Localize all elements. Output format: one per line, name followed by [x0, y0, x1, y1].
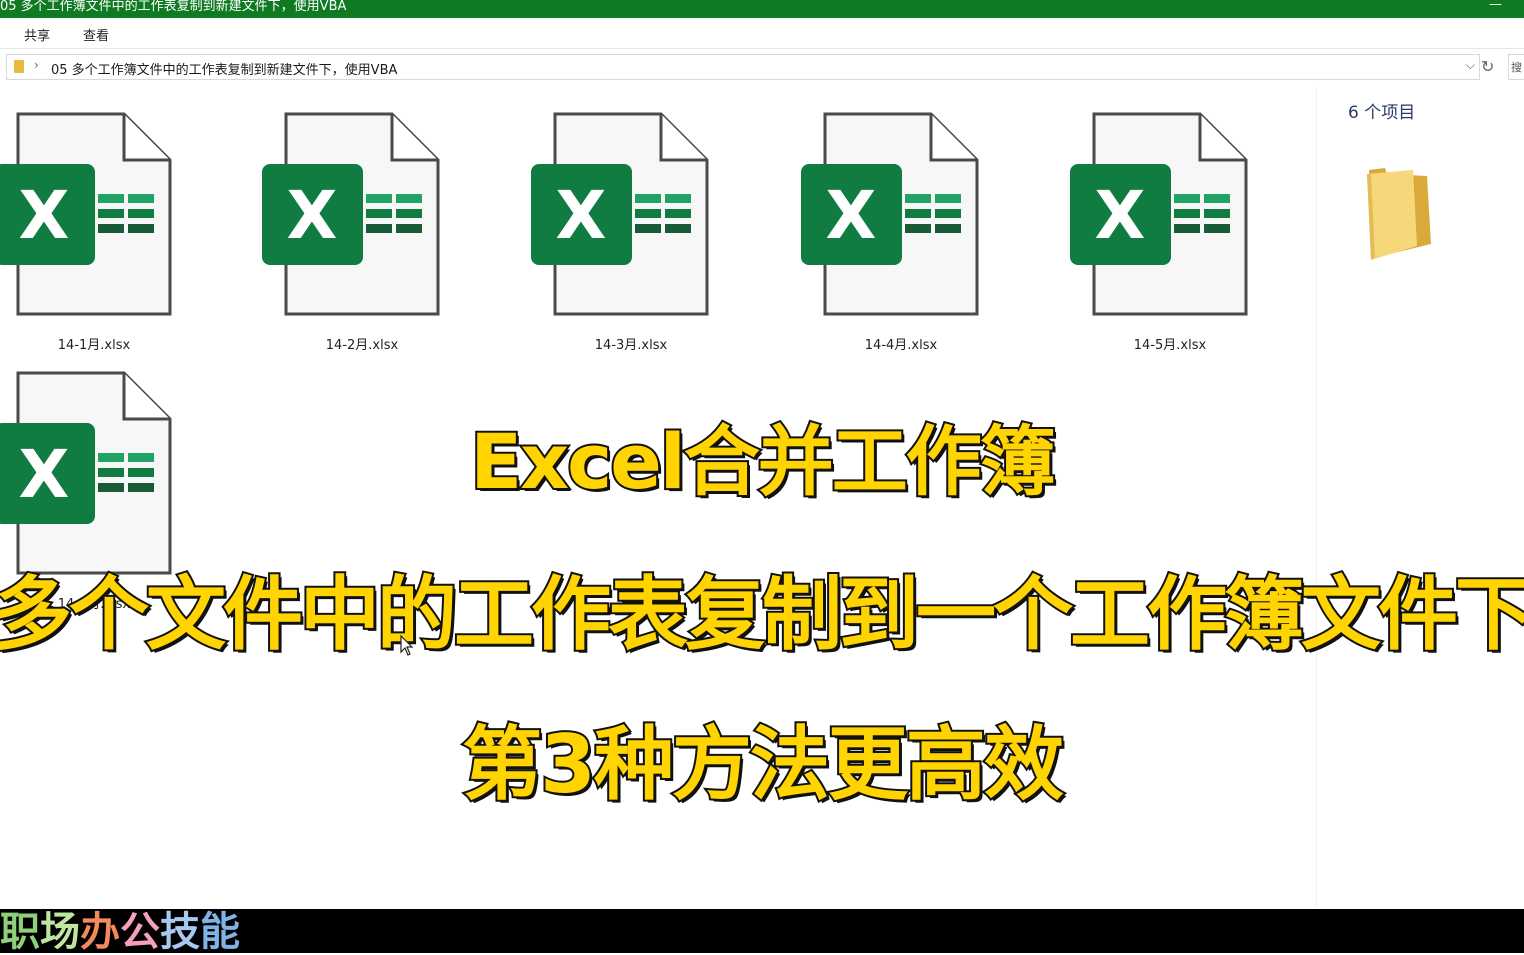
brand-char: 职	[0, 909, 40, 955]
excel-file-icon: X	[531, 112, 709, 316]
excel-file-icon: X	[0, 112, 172, 316]
brand-text: 职场办公技能	[0, 910, 240, 954]
brand-char: 公	[120, 909, 160, 955]
minimize-button[interactable]: —	[1489, 0, 1502, 12]
tab-share[interactable]: 共享	[24, 25, 50, 44]
bottom-banner: 职场办公技能	[0, 909, 1524, 954]
file-name: 14-4月.xlsx	[864, 338, 938, 353]
tab-view[interactable]: 查看	[83, 25, 109, 44]
file-name: 14-1月.xlsx	[57, 338, 131, 353]
address-bar[interactable]: › 05 多个工作簿文件中的工作表复制到新建文件下，使用VBA ⌵	[6, 54, 1480, 80]
file-item[interactable]: X 14-1月.xlsx	[0, 112, 194, 362]
item-count: 6 个项目	[1348, 103, 1416, 123]
file-name: 14-2月.xlsx	[325, 338, 399, 353]
file-name: 14-5月.xlsx	[1133, 338, 1207, 353]
brand-char: 办	[80, 909, 120, 955]
file-item[interactable]: X 14-2月.xlsx	[262, 112, 462, 362]
svg-text:X: X	[826, 177, 877, 254]
file-name: 14-3月.xlsx	[594, 338, 668, 353]
brand-char: 能	[200, 909, 240, 955]
folder-icon	[14, 60, 24, 73]
file-item[interactable]: X 14-4月.xlsx	[801, 112, 1001, 362]
chevron-down-icon[interactable]: ⌵	[1466, 58, 1475, 73]
overlay-title: Excel合并工作簿	[468, 415, 1058, 508]
file-item[interactable]: X 14-5月.xlsx	[1070, 112, 1270, 362]
search-input[interactable]: 搜	[1508, 54, 1524, 80]
overlay-tagline: 第3种方法更高效	[460, 716, 1066, 813]
svg-text:X: X	[556, 177, 607, 254]
chevron-right-icon[interactable]: ›	[34, 58, 39, 72]
excel-file-icon: X	[262, 112, 440, 316]
overlay-subtitle: 多个文件中的工作表复制到一个工作簿文件下	[0, 566, 1524, 663]
folder-icon	[1367, 168, 1431, 260]
window-title-bar: 05 多个工作簿文件中的工作表复制到新建文件下，使用VBA —	[0, 0, 1524, 18]
brand-char: 场	[40, 909, 80, 955]
breadcrumb-path[interactable]: 05 多个工作簿文件中的工作表复制到新建文件下，使用VBA	[51, 59, 397, 78]
svg-text:X: X	[287, 177, 338, 254]
refresh-icon[interactable]: ↻	[1481, 57, 1494, 76]
file-item[interactable]: X 14-3月.xlsx	[531, 112, 731, 362]
window-title: 05 多个工作簿文件中的工作表复制到新建文件下，使用VBA	[0, 0, 347, 14]
ribbon-tabs: 共享 查看	[0, 18, 1524, 49]
excel-file-icon: X	[801, 112, 979, 316]
excel-file-icon: X	[1070, 112, 1248, 316]
mouse-cursor-icon	[400, 635, 414, 656]
svg-text:X: X	[19, 177, 70, 254]
brand-char: 技	[160, 909, 200, 955]
search-input-label: 搜	[1511, 61, 1522, 74]
svg-text:X: X	[1095, 177, 1146, 254]
